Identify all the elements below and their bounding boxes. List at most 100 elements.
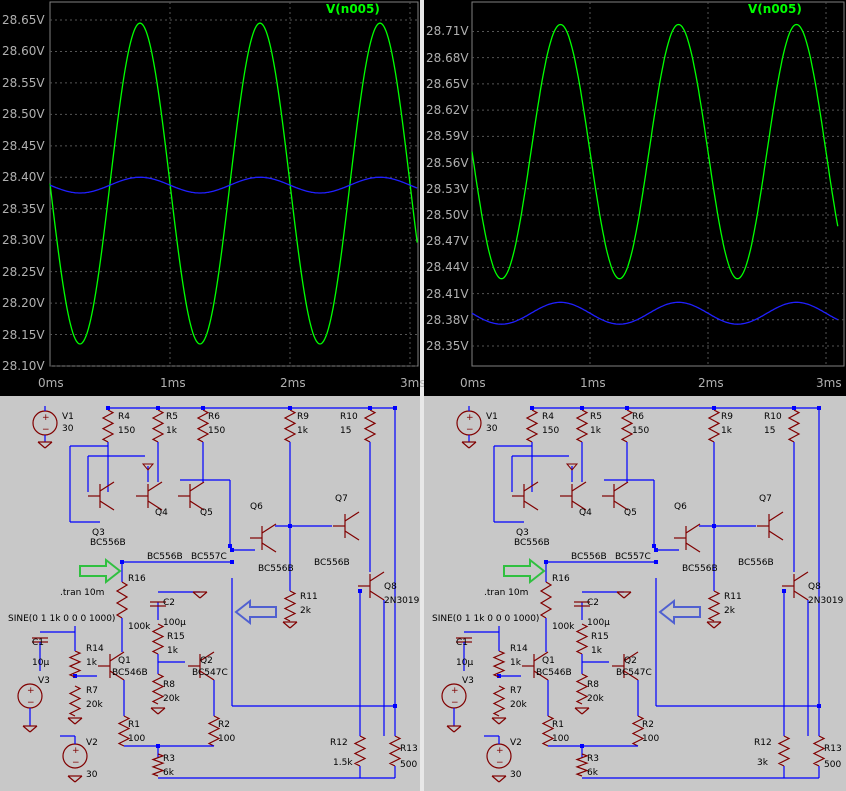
label-q4: Q4 xyxy=(155,508,168,518)
label-r11v: 2k xyxy=(724,606,735,616)
y-tick-label: 28.60V xyxy=(2,44,45,59)
label-r11: R11 xyxy=(300,592,318,602)
label-r5v: 1k xyxy=(590,426,601,436)
label-r10: R10 xyxy=(340,412,358,422)
label-q8: Q8 xyxy=(808,582,821,592)
junction xyxy=(654,560,658,564)
label-c2: C2 xyxy=(163,598,176,608)
label-q6v: BC556B xyxy=(682,564,718,574)
resistor-r8 xyxy=(575,673,589,705)
label-q2: Q2 xyxy=(200,656,213,666)
label-r16v: 100k xyxy=(128,622,151,632)
polarity-plus: + xyxy=(466,413,474,423)
y-tick-label: 28.40V xyxy=(2,170,45,185)
label-q2v: BC547C xyxy=(192,668,228,678)
y-tick-label: 28.50V xyxy=(2,107,45,122)
trace-blue xyxy=(471,301,839,325)
label-q2: Q2 xyxy=(624,656,637,666)
resistor-r12 xyxy=(777,735,791,767)
label-v2: V2 xyxy=(510,738,522,748)
schematic[interactable]: + − + − + − V1 30 R4 150 R5 1k R6 150 R9 1k R10 15 Q3 BC55… xyxy=(424,396,846,791)
label-r5: R5 xyxy=(590,412,602,422)
transistor-q7 xyxy=(768,530,784,541)
label-r2: R2 xyxy=(642,720,654,730)
polarity-plus: + xyxy=(27,686,35,696)
transistor-q3 xyxy=(99,500,115,511)
label-q3: Q3 xyxy=(516,528,529,538)
junction xyxy=(530,406,534,410)
label-r9: R9 xyxy=(721,412,733,422)
label-q5: Q5 xyxy=(624,508,637,518)
ground-symbol xyxy=(581,707,590,715)
transistor-q7 xyxy=(344,511,360,522)
ground-symbol xyxy=(67,775,76,783)
resistor-r16 xyxy=(539,581,553,619)
plot-canvas xyxy=(49,1,419,367)
label-r1: R1 xyxy=(552,720,564,730)
trace-blue xyxy=(49,176,418,194)
label-r2: R2 xyxy=(218,720,230,730)
label-r3: R3 xyxy=(587,754,599,764)
label-r1v: 100 xyxy=(552,734,570,744)
waveform-plot[interactable]: V(n005) 28.71V 28.68V 28.65V 28.62V 28.59V 28… xyxy=(424,0,846,396)
ground-symbol xyxy=(22,725,31,733)
schematic[interactable]: + − + − + − V1 30 R4 150 R5 1k R6 150 R9 1k R10 15 Q3 BC55… xyxy=(0,396,420,791)
transistor-q6 xyxy=(261,542,277,553)
ground-symbol xyxy=(74,775,83,783)
y-tick-label: 28.35V xyxy=(426,339,469,353)
resistor-r15 xyxy=(575,623,589,655)
label-v1v: 30 xyxy=(62,424,74,434)
junction xyxy=(288,406,292,410)
resistor-r8 xyxy=(151,673,165,705)
y-tick-label: 28.41V xyxy=(426,286,469,301)
label-q4: Q4 xyxy=(579,508,592,518)
label-q7v: BC556B xyxy=(314,558,350,568)
y-tick-label: 28.50V xyxy=(426,207,469,222)
transistor-q5 xyxy=(189,481,205,492)
junction xyxy=(230,560,234,564)
trace-title[interactable]: V(n005) xyxy=(326,2,380,16)
junction xyxy=(201,406,205,410)
ground-symbol xyxy=(37,441,46,449)
ground-symbol xyxy=(616,591,625,599)
trace-title[interactable]: V(n005) xyxy=(748,2,802,16)
ground-symbol xyxy=(150,707,159,715)
label-q7: Q7 xyxy=(335,494,348,504)
label-q1: Q1 xyxy=(542,656,555,666)
resistor-r14 xyxy=(492,650,506,678)
label-q6: Q6 xyxy=(250,502,263,512)
trace-v-n005- xyxy=(471,23,839,280)
label-r15v: 1k xyxy=(167,646,178,656)
label-q1v: BC546B xyxy=(112,668,148,678)
waveform-plot[interactable]: V(n005) 28.65V 28.60V 28.55V 28.50V 28.45V 28… xyxy=(0,0,426,396)
y-tick-label: 28.47V xyxy=(426,234,469,249)
resistor-r3 xyxy=(575,753,589,777)
transistor-q4 xyxy=(147,481,163,492)
label-tran: .tran 10m xyxy=(60,588,105,598)
label-r1v: 100 xyxy=(128,734,146,744)
label-c2v: 100µ xyxy=(587,618,610,628)
label-r3v: 6k xyxy=(163,768,174,778)
ground-symbol xyxy=(157,707,166,715)
y-tick-label: 28.38V xyxy=(426,312,469,327)
label-v2: V2 xyxy=(86,738,98,748)
label-c1: C1 xyxy=(32,638,45,648)
label-r7: R7 xyxy=(86,686,98,696)
label-r9: R9 xyxy=(297,412,309,422)
label-sine: SINE(0 1 1k 0 0 0 1000) xyxy=(432,614,540,624)
label-q5v: BC557C xyxy=(191,552,227,562)
ground-symbol xyxy=(491,717,500,725)
y-tick-label: 28.30V xyxy=(2,233,45,248)
ground-symbol xyxy=(623,591,632,599)
label-v2v: 30 xyxy=(86,770,98,780)
label-r6v: 150 xyxy=(208,426,226,436)
y-tick-label: 28.35V xyxy=(2,201,45,216)
x-tick-label: 0ms xyxy=(38,376,64,390)
y-tick-label: 28.68V xyxy=(426,50,469,65)
ground-symbol xyxy=(574,707,583,715)
label-r2v: 100 xyxy=(218,734,236,744)
polarity-plus: + xyxy=(42,413,50,423)
label-r13v: 500 xyxy=(400,760,418,770)
transistor-q8 xyxy=(793,590,809,601)
label-q4v: BC556B xyxy=(571,552,607,562)
